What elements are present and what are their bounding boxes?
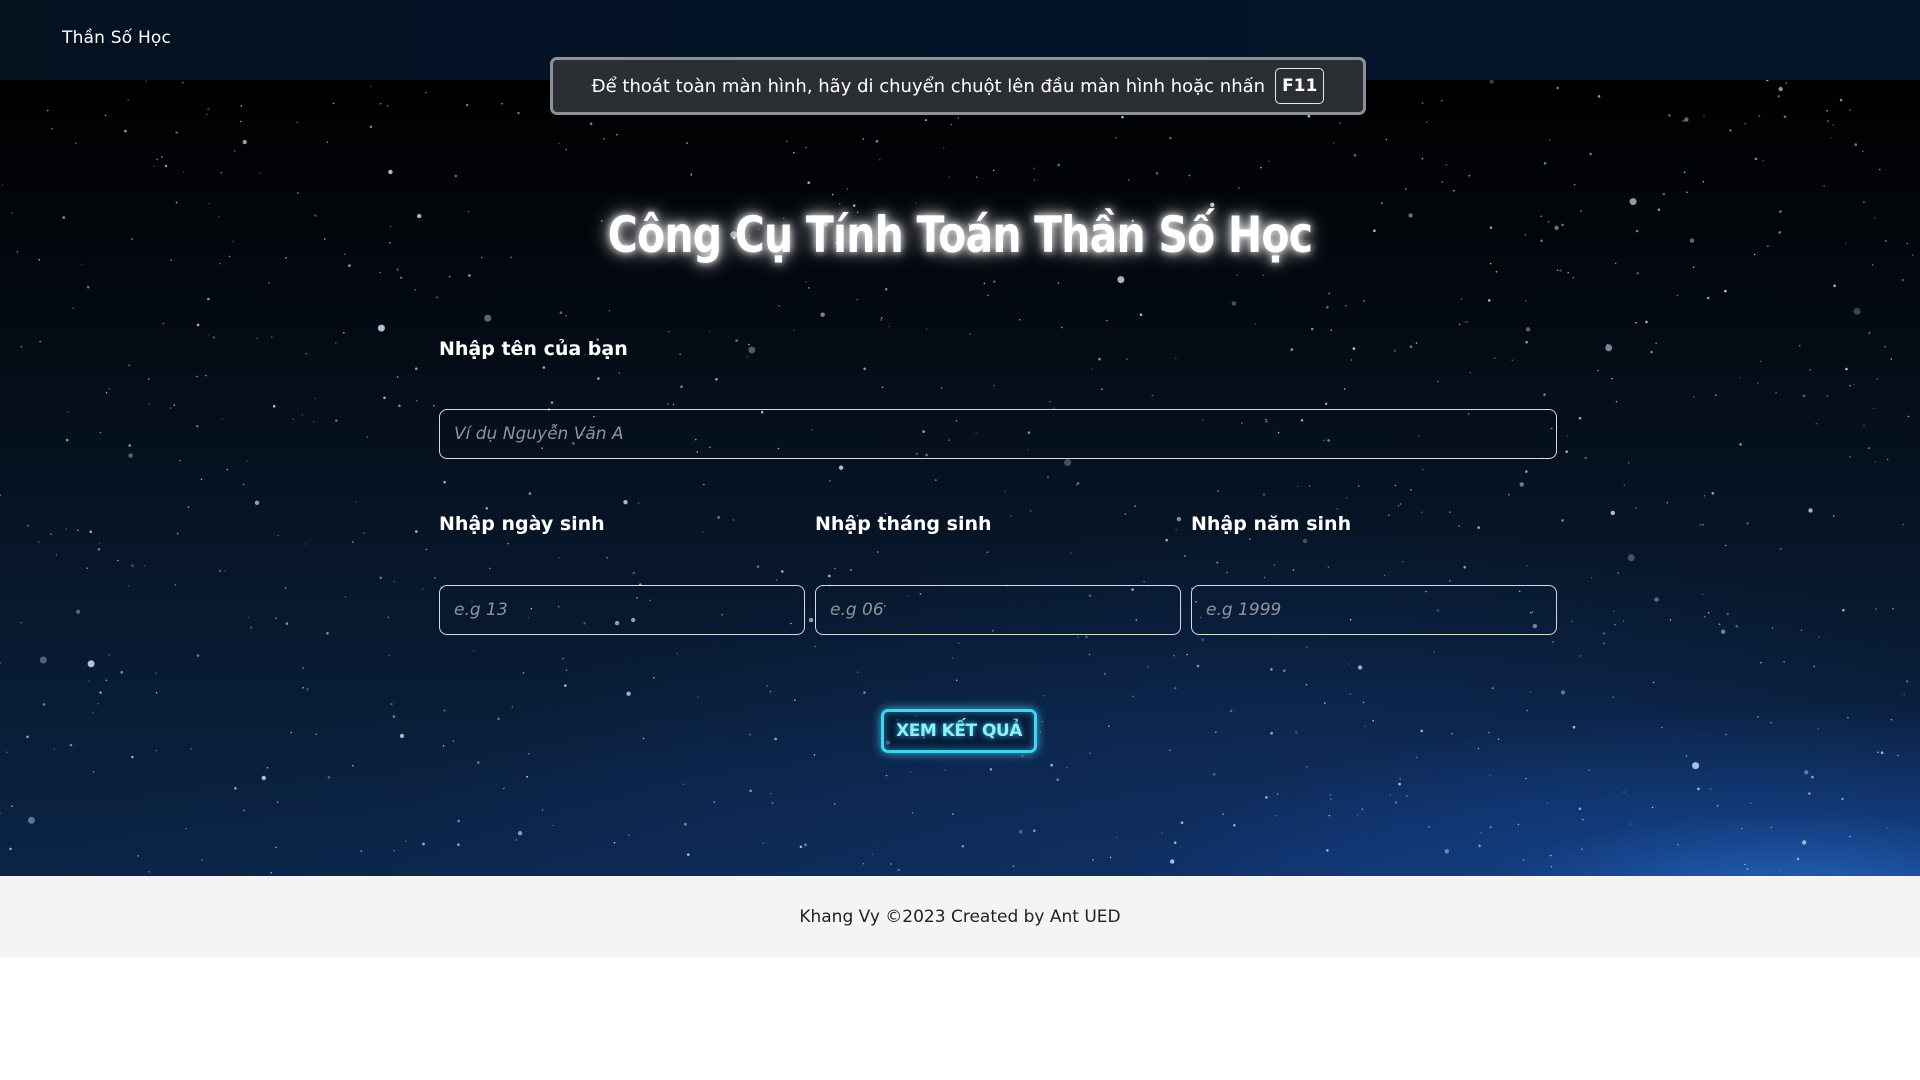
footer-credit: Khang Vy ©2023 Created by Ant UED	[799, 907, 1121, 927]
birth-day-label: Nhập ngày sinh	[439, 513, 605, 535]
birth-day-input[interactable]	[439, 585, 805, 635]
birth-month-input[interactable]	[815, 585, 1181, 635]
name-input[interactable]	[439, 409, 1557, 459]
birth-year-label: Nhập năm sinh	[1191, 513, 1352, 535]
fullscreen-notice-message: Để thoát toàn màn hình, hãy di chuyển ch…	[591, 75, 1266, 97]
view-result-button[interactable]: XEM KẾT QUẢ	[881, 709, 1037, 753]
page-title: Công Cụ Tính Toán Thần Số Học	[607, 206, 1313, 264]
birth-year-input[interactable]	[1191, 585, 1557, 635]
starfield-background	[0, 80, 1914, 874]
f11-key-badge: F11	[1275, 68, 1325, 104]
birth-month-label: Nhập tháng sinh	[815, 513, 992, 535]
brand-link[interactable]: Thần Số Học	[62, 28, 171, 48]
site-footer: Khang Vy ©2023 Created by Ant UED	[0, 876, 1920, 958]
name-label: Nhập tên của bạn	[439, 338, 628, 360]
hero-section: Công Cụ Tính Toán Thần Số Học Nhập tên c…	[0, 80, 1920, 876]
fullscreen-exit-notice: Để thoát toàn màn hình, hãy di chuyển ch…	[550, 57, 1366, 115]
